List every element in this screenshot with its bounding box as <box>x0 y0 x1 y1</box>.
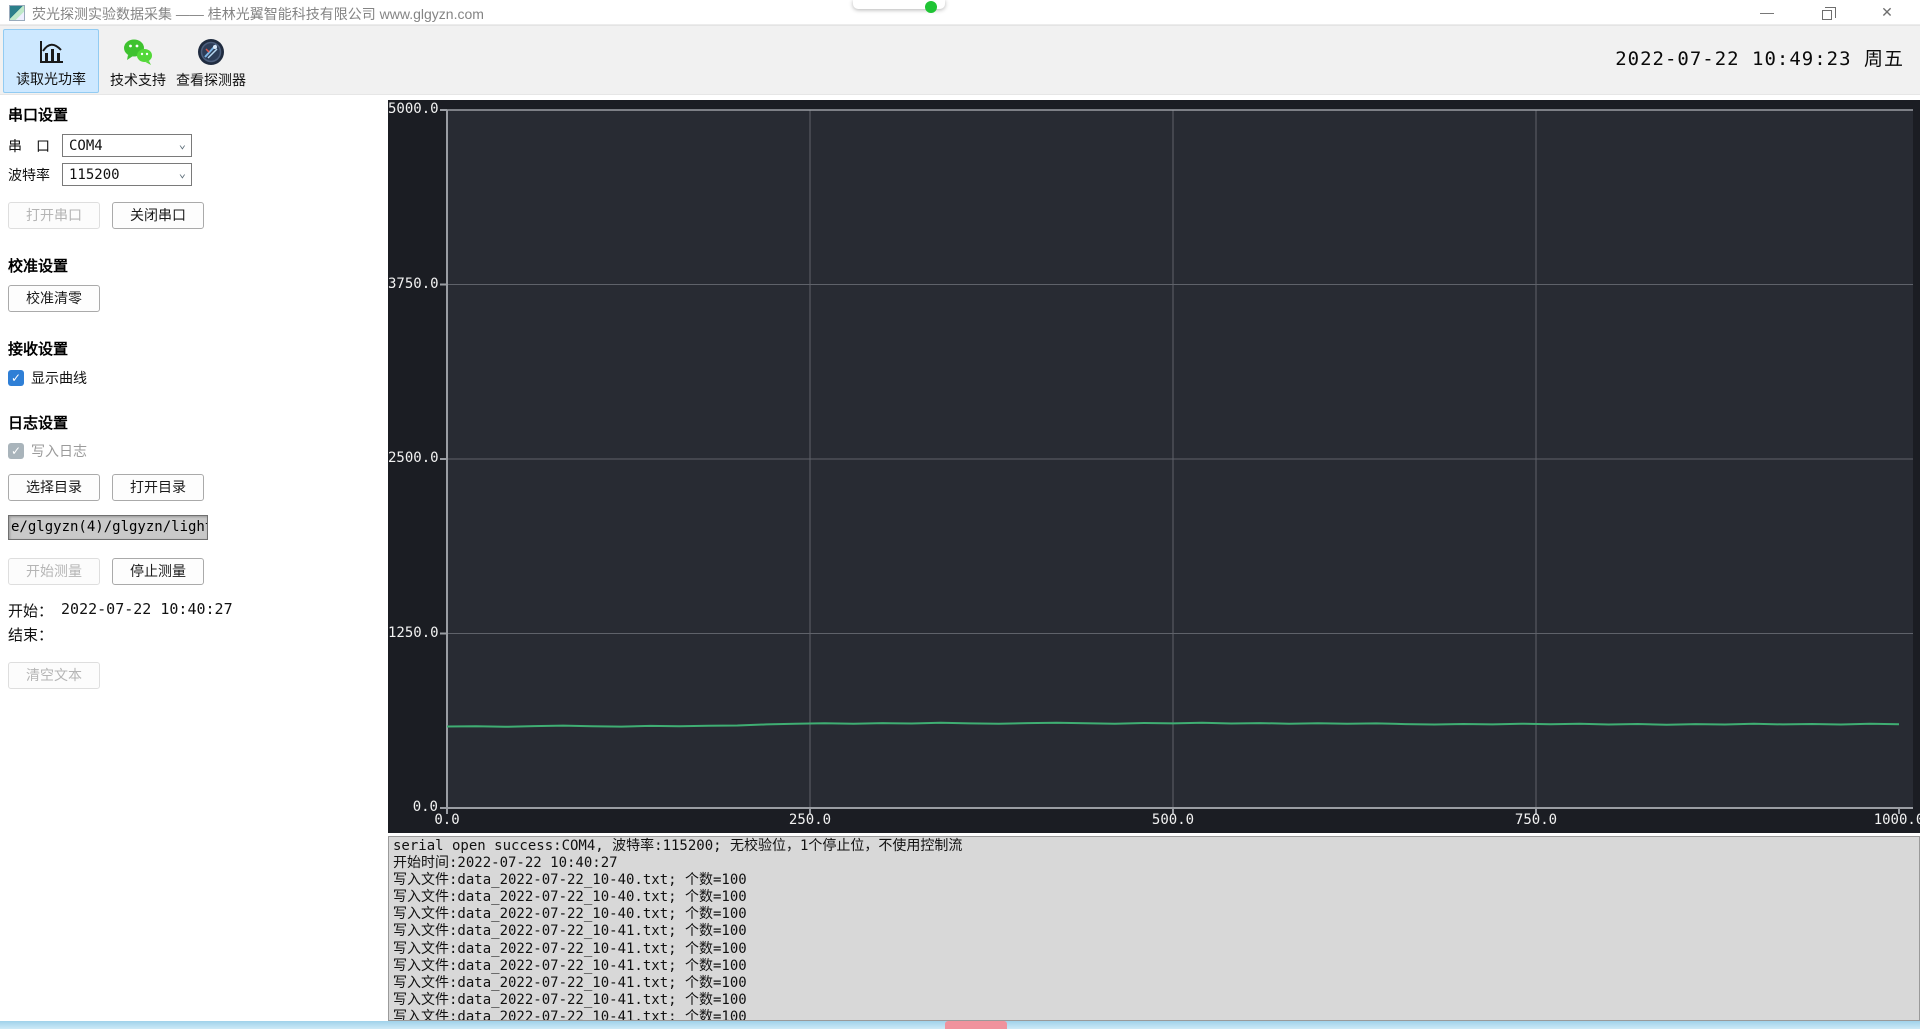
window-title: 荧光探测实验数据采集 —— 桂林光翼智能科技有限公司 www.glgyzn.co… <box>32 4 484 24</box>
detector-icon <box>195 34 227 70</box>
stop-measure-button[interactable]: 停止测量 <box>112 558 204 585</box>
clear-text-button[interactable]: 清空文本 <box>8 662 100 689</box>
y-tick-label: 2500.0 <box>388 450 438 466</box>
port-label: 串 口 <box>8 136 62 156</box>
show-curve-label: 显示曲线 <box>31 368 87 388</box>
tech-support-button[interactable]: 技术支持 <box>104 29 172 93</box>
datetime-display: 2022-07-22 10:49:23 周五 <box>1615 44 1904 71</box>
restore-icon <box>1822 10 1832 20</box>
wechat-icon <box>122 34 154 70</box>
start-measure-button[interactable]: 开始测量 <box>8 558 100 585</box>
log-line: 写入文件:data_2022-07-22_10-41.txt; 个数=100 <box>393 1009 1915 1021</box>
bar-chart-icon <box>35 34 67 69</box>
chevron-down-icon: ⌄ <box>179 139 186 149</box>
log-line: 写入文件:data_2022-07-22_10-41.txt; 个数=100 <box>393 941 1915 958</box>
y-tick-label: 3750.0 <box>388 276 438 292</box>
log-line: 写入文件:data_2022-07-22_10-41.txt; 个数=100 <box>393 975 1915 992</box>
log-line: 开始时间:2022-07-22 10:40:27 <box>393 855 1915 872</box>
overlay-window-peek[interactable] <box>853 0 945 9</box>
choose-directory-button[interactable]: 选择目录 <box>8 474 100 501</box>
restore-button[interactable] <box>1804 0 1850 25</box>
read-power-button[interactable]: 读取光功率 <box>3 29 99 93</box>
com-port-select[interactable]: COM4 ⌄ <box>62 134 192 157</box>
app-icon <box>9 5 25 21</box>
x-tick-label: 500.0 <box>1143 812 1203 828</box>
read-power-label: 读取光功率 <box>16 69 86 89</box>
start-time-value: 2022-07-22 10:40:27 <box>61 600 233 621</box>
open-directory-button[interactable]: 打开目录 <box>112 474 204 501</box>
calibration-settings-title: 校准设置 <box>8 255 388 276</box>
write-log-label: 写入日志 <box>31 441 87 461</box>
x-tick-label: 0.0 <box>417 812 477 828</box>
directory-path-input[interactable]: e/glgyzn(4)/glgyzn/light <box>8 515 208 540</box>
x-tick-label: 250.0 <box>780 812 840 828</box>
start-time-label: 开始： <box>8 600 53 621</box>
close-serial-button[interactable]: 关闭串口 <box>112 202 204 229</box>
y-tick-label: 1250.0 <box>388 625 438 641</box>
receive-settings-title: 接收设置 <box>8 338 388 359</box>
log-line: 写入文件:data_2022-07-22_10-40.txt; 个数=100 <box>393 872 1915 889</box>
calibration-zero-button[interactable]: 校准清零 <box>8 285 100 312</box>
baud-rate-select[interactable]: 115200 ⌄ <box>62 163 192 186</box>
log-output[interactable]: serial open success:COM4, 波特率:115200; 无校… <box>388 836 1920 1021</box>
settings-sidebar: 串口设置 串 口 COM4 ⌄ 波特率 115200 ⌄ 打开串口 关闭串口 校… <box>0 96 388 1021</box>
baud-label: 波特率 <box>8 165 62 185</box>
close-button[interactable]: ✕ <box>1864 0 1910 25</box>
chevron-down-icon: ⌄ <box>179 168 186 178</box>
taskbar-item-peek[interactable] <box>945 1021 1007 1029</box>
end-time-label: 结束： <box>8 624 53 645</box>
title-bar: 荧光探测实验数据采集 —— 桂林光翼智能科技有限公司 www.glgyzn.co… <box>0 0 1920 25</box>
log-line: serial open success:COM4, 波特率:115200; 无校… <box>393 838 1915 855</box>
open-serial-button[interactable]: 打开串口 <box>8 202 100 229</box>
view-detector-label: 查看探测器 <box>176 70 246 90</box>
toolbar: 读取光功率 技术支持 <box>0 25 1920 95</box>
log-line: 写入文件:data_2022-07-22_10-41.txt; 个数=100 <box>393 992 1915 1009</box>
minimize-button[interactable]: — <box>1744 0 1790 25</box>
power-curve-chart <box>388 100 1920 833</box>
green-status-icon <box>925 1 937 13</box>
log-line: 写入文件:data_2022-07-22_10-41.txt; 个数=100 <box>393 958 1915 975</box>
write-log-checkbox[interactable]: ✓ <box>8 443 24 459</box>
serial-settings-title: 串口设置 <box>8 104 388 125</box>
log-line: 写入文件:data_2022-07-22_10-40.txt; 个数=100 <box>393 889 1915 906</box>
log-line: 写入文件:data_2022-07-22_10-40.txt; 个数=100 <box>393 906 1915 923</box>
x-tick-label: 750.0 <box>1506 812 1566 828</box>
taskbar-strip[interactable] <box>0 1021 1920 1029</box>
show-curve-checkbox[interactable]: ✓ <box>8 370 24 386</box>
com-port-value: COM4 <box>69 138 103 154</box>
baud-rate-value: 115200 <box>69 167 120 183</box>
x-tick-label: 1000.0 <box>1869 812 1920 828</box>
chart-area: 0.01250.02500.03750.05000.00.0250.0500.0… <box>388 100 1920 833</box>
tech-support-label: 技术支持 <box>110 70 166 90</box>
view-detector-button[interactable]: 查看探测器 <box>170 29 252 93</box>
y-tick-label: 5000.0 <box>388 101 438 117</box>
log-settings-title: 日志设置 <box>8 412 388 433</box>
log-line: 写入文件:data_2022-07-22_10-41.txt; 个数=100 <box>393 923 1915 940</box>
